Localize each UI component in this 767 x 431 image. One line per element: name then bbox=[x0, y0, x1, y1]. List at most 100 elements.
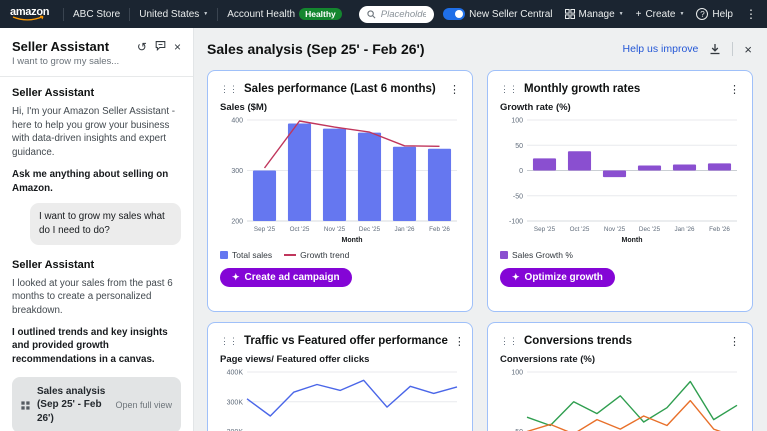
legend-item: Total sales bbox=[220, 250, 272, 260]
create-ad-campaign-button[interactable]: ✦ Create ad campaign bbox=[220, 268, 352, 287]
canvas-icon bbox=[21, 400, 30, 411]
country-label: United States bbox=[139, 9, 199, 20]
svg-text:Oct '25: Oct '25 bbox=[290, 226, 310, 233]
svg-text:Dec '25: Dec '25 bbox=[359, 226, 381, 233]
store-name: ABC Store bbox=[73, 9, 120, 20]
sales-performance-chart: 200 300 400 Sep '25 Oct '25 Nov '25 Dec '25 Jan… bbox=[220, 115, 462, 247]
divider bbox=[217, 8, 218, 21]
svg-text:Jan '26: Jan '26 bbox=[394, 226, 415, 233]
canvas-card-sales-analysis[interactable]: Sales analysis (Sep 25' - Feb 26') Open … bbox=[12, 377, 181, 431]
svg-text:300: 300 bbox=[231, 168, 243, 175]
svg-text:-50: -50 bbox=[513, 193, 523, 200]
legend-item: Sales Growth % bbox=[500, 250, 573, 260]
overflow-menu-icon[interactable]: ⋮ bbox=[745, 7, 757, 21]
close-icon[interactable]: × bbox=[174, 41, 181, 53]
svg-text:0: 0 bbox=[519, 168, 523, 175]
svg-text:100: 100 bbox=[511, 118, 523, 125]
svg-text:200: 200 bbox=[231, 219, 243, 226]
page-title: Sales analysis (Sep 25' - Feb 26') bbox=[207, 41, 425, 57]
new-chat-icon[interactable] bbox=[155, 40, 166, 53]
svg-text:Nov '25: Nov '25 bbox=[324, 226, 346, 233]
sparkle-icon: ✦ bbox=[232, 272, 240, 283]
panel-title: Seller Assistant bbox=[12, 39, 109, 54]
new-seller-central-toggle[interactable] bbox=[443, 8, 465, 20]
help-label: Help bbox=[712, 9, 733, 20]
chart-axis-title: Sales ($M) bbox=[220, 102, 460, 113]
drag-handle-icon[interactable]: ⋮⋮ bbox=[220, 85, 238, 94]
card-menu-icon[interactable]: ⋮ bbox=[729, 335, 740, 348]
help-us-improve-link[interactable]: Help us improve bbox=[623, 43, 699, 55]
legend-swatch bbox=[284, 254, 296, 256]
top-navigation-bar: amazon ABC Store United States ▼ Account… bbox=[0, 0, 767, 28]
sparkle-icon: ✦ bbox=[512, 272, 520, 283]
card-menu-icon[interactable]: ⋮ bbox=[454, 335, 465, 348]
account-health-label: Account Health bbox=[227, 9, 295, 20]
traffic-performance-chart: 200K300K400K bbox=[220, 367, 462, 431]
card-menu-icon[interactable]: ⋮ bbox=[729, 83, 740, 96]
charts-grid: ⋮⋮ Sales performance (Last 6 months) ⋮ S… bbox=[207, 70, 753, 431]
open-full-view-link[interactable]: Open full view bbox=[115, 400, 172, 410]
svg-text:Feb '26: Feb '26 bbox=[429, 226, 450, 233]
create-label: Create bbox=[645, 9, 675, 20]
panel-subtitle: I want to grow my sales... bbox=[12, 56, 181, 67]
chart-card-sales-performance: ⋮⋮ Sales performance (Last 6 months) ⋮ S… bbox=[207, 70, 473, 312]
history-icon[interactable]: ↺ bbox=[137, 41, 147, 53]
svg-text:Oct '25: Oct '25 bbox=[570, 226, 590, 233]
drag-handle-icon[interactable]: ⋮⋮ bbox=[220, 337, 238, 346]
divider bbox=[0, 76, 193, 77]
card-menu-icon[interactable]: ⋮ bbox=[449, 83, 460, 96]
account-health[interactable]: Account Health Healthy bbox=[227, 8, 342, 20]
chart-axis-title: Growth rate (%) bbox=[500, 102, 740, 113]
svg-text:Month: Month bbox=[342, 237, 363, 244]
amazon-smile-icon bbox=[11, 15, 51, 23]
close-canvas-icon[interactable]: × bbox=[744, 42, 752, 57]
chart-legend: Sales Growth % bbox=[500, 248, 740, 262]
button-label: Create ad campaign bbox=[245, 272, 340, 283]
svg-text:400K: 400K bbox=[227, 370, 244, 377]
help-menu[interactable]: ? Help bbox=[696, 8, 733, 20]
store-selector[interactable]: ABC Store bbox=[73, 9, 120, 20]
chart-legend: Total sales Growth trend bbox=[220, 248, 460, 262]
svg-text:Sep '25: Sep '25 bbox=[534, 226, 556, 233]
download-icon[interactable] bbox=[709, 43, 721, 55]
legend-swatch bbox=[500, 251, 508, 259]
drag-handle-icon[interactable]: ⋮⋮ bbox=[500, 85, 518, 94]
search-box bbox=[359, 6, 434, 23]
svg-text:300K: 300K bbox=[227, 399, 244, 406]
svg-text:400: 400 bbox=[231, 118, 243, 125]
canvas-card-title: Sales analysis (Sep 25' - Feb 26') bbox=[37, 385, 109, 426]
svg-text:Sep '25: Sep '25 bbox=[254, 226, 276, 233]
card-title: Monthly growth rates bbox=[524, 83, 640, 95]
button-label: Optimize growth bbox=[525, 272, 603, 283]
user-message-bubble: I want to grow my sales what do I need t… bbox=[30, 203, 181, 244]
optimize-growth-button[interactable]: ✦ Optimize growth bbox=[500, 268, 615, 287]
assistant-heading: Seller Assistant bbox=[12, 87, 181, 99]
manage-menu[interactable]: Manage ▼ bbox=[565, 9, 624, 20]
svg-text:Month: Month bbox=[622, 237, 643, 244]
conversions-trends-chart: 50100 bbox=[500, 367, 742, 431]
chart-card-traffic: ⋮⋮ Traffic vs Featured offer performance… bbox=[207, 322, 473, 431]
manage-label: Manage bbox=[579, 9, 615, 20]
search-input[interactable] bbox=[381, 9, 426, 20]
healthy-status-badge: Healthy bbox=[299, 8, 342, 20]
svg-text:Dec '25: Dec '25 bbox=[639, 226, 661, 233]
divider bbox=[732, 42, 733, 56]
monthly-growth-chart: -100-50050100Sep '25Oct '25Nov '25Dec '2… bbox=[500, 115, 742, 247]
help-icon: ? bbox=[696, 8, 708, 20]
chevron-down-icon: ▼ bbox=[679, 11, 684, 17]
country-selector[interactable]: United States ▼ bbox=[139, 9, 208, 20]
drag-handle-icon[interactable]: ⋮⋮ bbox=[500, 337, 518, 346]
create-menu[interactable]: + Create ▼ bbox=[636, 9, 685, 20]
seller-assistant-panel: Seller Assistant ↺ × I want to grow my s… bbox=[0, 28, 194, 431]
amazon-logo[interactable]: amazon bbox=[10, 6, 54, 22]
assistant-intro-text: Hi, I'm your Amazon Seller Assistant - h… bbox=[12, 105, 181, 160]
svg-text:Feb '26: Feb '26 bbox=[709, 226, 730, 233]
divider bbox=[129, 8, 130, 21]
card-title: Conversions trends bbox=[524, 335, 632, 347]
divider bbox=[63, 8, 64, 21]
legend-item: Growth trend bbox=[284, 250, 349, 260]
svg-text:Jan '26: Jan '26 bbox=[674, 226, 695, 233]
legend-swatch bbox=[220, 251, 228, 259]
card-title: Sales performance (Last 6 months) bbox=[244, 83, 436, 95]
assistant-response-text: I outlined trends and key insights and p… bbox=[12, 326, 181, 367]
